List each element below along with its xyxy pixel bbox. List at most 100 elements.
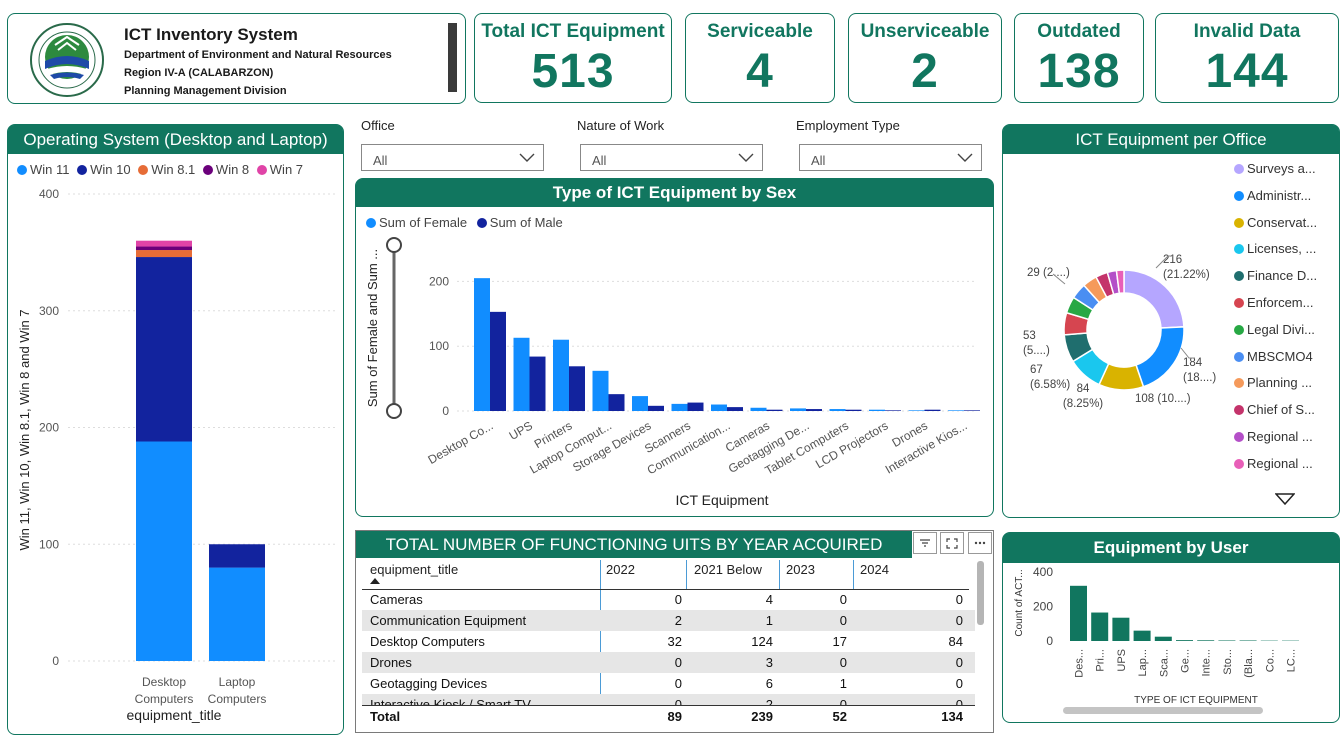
office-legend-item[interactable]: Enforcem...: [1234, 295, 1313, 310]
office-dropdown[interactable]: All: [361, 144, 544, 171]
bar-segment: [209, 544, 265, 568]
table-row[interactable]: Interactive Kiosk / Smart TV 0 2 0 0: [362, 694, 975, 705]
os-legend-item[interactable]: Win 10: [77, 162, 131, 177]
office-legend-item[interactable]: Planning ...: [1234, 375, 1312, 390]
bar-female: [790, 408, 806, 411]
scroll-down-icon[interactable]: [1275, 493, 1295, 505]
horizontal-scrollbar[interactable]: [1063, 707, 1263, 714]
bar-segment: [209, 567, 265, 661]
x-tick-label: Des...: [1074, 649, 1086, 678]
x-tick-label: Desktop Co...: [426, 418, 496, 466]
x-tick-label: Ge...: [1180, 649, 1192, 673]
bar-segment: [136, 240, 192, 247]
kpi-outdated[interactable]: Outdated 138: [1014, 13, 1144, 103]
office-legend-item[interactable]: Regional ...: [1234, 456, 1313, 471]
kpi-total-ict-equipment[interactable]: Total ICT Equipment 513: [474, 13, 672, 103]
sex-legend-item[interactable]: Sum of Female: [366, 215, 467, 230]
y-tick-label: 200: [1033, 600, 1053, 614]
office-legend-item[interactable]: Regional ...: [1234, 429, 1313, 444]
office-legend-item[interactable]: Finance D...: [1234, 268, 1317, 283]
os-legend: Win 11 Win 10 Win 8.1 Win 8 Win 7: [17, 162, 303, 177]
cell: 0: [955, 655, 963, 670]
table-row[interactable]: Geotagging Devices 0 6 1 0: [362, 673, 975, 694]
bar-male: [766, 409, 783, 411]
cell: 2: [674, 613, 682, 628]
bar-segment: [136, 257, 192, 442]
employment-type-dropdown[interactable]: All: [799, 144, 982, 171]
office-legend-item[interactable]: Administr...: [1234, 188, 1311, 203]
legend-label: Regional ...: [1247, 429, 1313, 444]
cell: 0: [674, 697, 682, 705]
column-header-equipment-title[interactable]: equipment_title: [370, 562, 458, 577]
legend-dot-icon: [366, 218, 376, 228]
bar-segment: [136, 246, 192, 251]
nature-of-work-dropdown[interactable]: All: [580, 144, 763, 171]
cell: 124: [751, 634, 773, 649]
kpi-serviceable[interactable]: Serviceable 4: [685, 13, 835, 103]
kpi-invalid-data[interactable]: Invalid Data 144: [1155, 13, 1339, 103]
column-header-2021-below[interactable]: 2021 Below: [694, 562, 762, 577]
data-label: 108 (10....): [1135, 393, 1191, 405]
x-tick-label: Sca...: [1158, 649, 1170, 677]
cell: Drones: [370, 655, 412, 670]
column-divider: [779, 560, 780, 590]
data-label: (21.22%): [1163, 269, 1210, 281]
sex-legend-item[interactable]: Sum of Male: [476, 215, 563, 230]
bar-female: [829, 409, 846, 411]
kpi-label: Unserviceable: [860, 21, 990, 42]
office-legend-item[interactable]: Legal Divi...: [1234, 322, 1315, 337]
cell: 0: [955, 592, 963, 607]
legend-dot-icon: [138, 165, 149, 175]
cell: 0: [955, 676, 963, 691]
office-legend-item[interactable]: Chief of S...: [1234, 402, 1315, 417]
table-row[interactable]: Cameras 0 4 0 0: [362, 589, 975, 610]
legend-dot-icon: [202, 165, 213, 175]
column-header-2022[interactable]: 2022: [606, 562, 635, 577]
chevron-down-icon: [957, 153, 973, 162]
table-title: TOTAL NUMBER OF FUNCTIONING UITS BY YEAR…: [356, 531, 912, 558]
office-legend-item[interactable]: MBSCMO4: [1234, 349, 1313, 364]
data-label: 67: [1030, 364, 1043, 376]
legend-dot-icon: [1234, 351, 1244, 362]
x-axis-title: ICT Equipment: [675, 492, 768, 508]
office-legend-item[interactable]: Licenses, ...: [1234, 241, 1316, 256]
office-legend-item[interactable]: Conservat...: [1234, 215, 1317, 230]
app-title: ICT Inventory System: [124, 25, 298, 44]
bar-female: [711, 404, 727, 411]
bar: [1133, 630, 1151, 641]
column-header-2024[interactable]: 2024: [860, 562, 889, 577]
kpi-label: Invalid Data: [1193, 21, 1301, 42]
os-legend-item[interactable]: Win 8.1: [138, 162, 195, 177]
dropdown-value: All: [811, 153, 826, 168]
os-legend-item[interactable]: Win 8: [202, 162, 249, 177]
column-header-2023[interactable]: 2023: [786, 562, 815, 577]
legend-dot-icon: [1234, 190, 1244, 201]
legend-dot-icon: [1234, 298, 1244, 308]
table-row[interactable]: Desktop Computers 32 124 17 84: [362, 631, 975, 652]
legend-label: MBSCMO4: [1247, 348, 1313, 364]
legend-label: Win 8.1: [151, 162, 196, 177]
year-acquired-table: TOTAL NUMBER OF FUNCTIONING UITS BY YEAR…: [355, 530, 994, 733]
os-chart-title: Operating System (Desktop and Laptop): [8, 125, 343, 154]
y-tick-label: 200: [39, 421, 59, 435]
vertical-scrollbar[interactable]: [977, 561, 984, 625]
sort-ascending-icon: [370, 578, 380, 584]
legend-label: Conservat...: [1247, 214, 1318, 230]
table-row[interactable]: Communication Equipment 2 1 0 0: [362, 610, 975, 631]
legend-dot-icon: [1234, 432, 1244, 442]
user-chart-title: Equipment by User: [1003, 533, 1339, 563]
legend-dot-icon: [1234, 378, 1244, 389]
office-legend-item[interactable]: Surveys a...: [1234, 161, 1316, 176]
kpi-unserviceable[interactable]: Unserviceable 2: [848, 13, 1002, 103]
filter-button[interactable]: [913, 532, 937, 554]
legend-dot-icon: [77, 165, 88, 175]
y-tick-label: 0: [442, 404, 449, 418]
table-row[interactable]: Drones 0 3 0 0: [362, 652, 975, 673]
y-tick-label: 400: [39, 187, 59, 201]
more-options-button[interactable]: [968, 532, 992, 554]
cell: 17: [832, 634, 847, 649]
focus-mode-button[interactable]: [940, 532, 964, 554]
os-legend-item[interactable]: Win 11: [17, 162, 70, 177]
os-legend-item[interactable]: Win 7: [256, 162, 303, 177]
bar: [1070, 585, 1087, 641]
